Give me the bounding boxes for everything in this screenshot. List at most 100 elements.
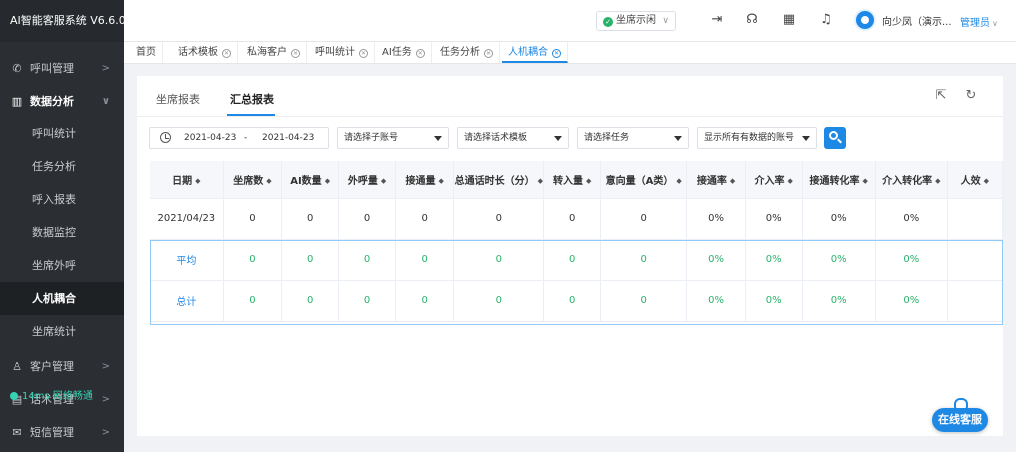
date-range-picker[interactable]: 2021-04-23 - 2021-04-23 [149,127,329,149]
close-icon[interactable]: ✕ [415,49,425,58]
sort-icon: ◆ [266,176,272,185]
table-cell: 0 [543,280,602,322]
table-cell: 0 [543,198,602,240]
tab-label: 呼叫统计 [315,47,355,58]
caret-down-icon [554,136,562,141]
table-cell: 0 [281,239,340,281]
seat-status-select[interactable]: ✓ 坐席示闲 ∨ [596,11,676,31]
online-service-button[interactable]: 在线客服 [932,398,988,432]
tab-script-template[interactable]: 话术模板 ✕ [172,42,238,63]
script-template-select[interactable]: 请选择话术模板 [457,127,569,149]
table-cell: 0 [453,280,545,322]
column-header[interactable]: AI数量 ◆ [281,161,340,199]
sidebar-group-data-analysis[interactable]: ▥ 数据分析 ∨ [0,85,124,118]
sort-icon: ◆ [195,176,201,185]
table-cell: 0 [281,280,340,322]
tab-ai-task[interactable]: AI任务 ✕ [376,42,432,63]
column-header[interactable]: 人效 ◆ [947,161,1003,199]
date-separator: - [244,133,248,143]
sidebar-group-label: 数据分析 [30,95,74,108]
table-cell: 2021/04/23 [150,198,224,240]
table-cell [947,239,1003,281]
network-status-text: 14ms 网络畅通 [22,391,93,402]
tab-task-analysis[interactable]: 任务分析 ✕ [434,42,500,63]
user-icon: ♙ [12,360,22,373]
sidebar-item-data-monitor[interactable]: 数据监控 [0,216,124,249]
user-name[interactable]: 向少凤（演示... [882,13,952,28]
column-header[interactable]: 意向量（A类） ◆ [600,161,688,199]
sidebar-item-inbound-report[interactable]: 呼入报表 [0,183,124,216]
table-row: 2021/04/23 0 0 0 0 0 0 0 0% 0% 0% 0% [150,198,1003,240]
column-header[interactable]: 坐席数 ◆ [223,161,283,199]
table-cell: 0% [802,239,876,281]
chevron-down-icon: ∨ [662,16,669,26]
bell-icon[interactable]: ♫ [818,12,834,28]
sidebar-item-human-ai-coupling[interactable]: 人机耦合 [0,282,124,315]
sub-account-select[interactable]: 请选择子账号 [337,127,449,149]
table-cell: 0% [686,198,746,240]
tab-private-customers[interactable]: 私海客户 ✕ [241,42,307,63]
subtab-summary-report[interactable]: 汇总报表 [230,91,274,107]
data-filter-select[interactable]: 显示所有有数据的账号 [697,127,817,149]
caret-down-icon [802,136,810,141]
close-icon[interactable]: ✕ [222,49,231,58]
avatar[interactable] [854,9,876,31]
search-button[interactable] [824,127,846,149]
table-cell: 0 [600,280,688,322]
column-header[interactable]: 总通话时长（分） ◆ [453,161,545,199]
table-header-row: 日期 ◆ 坐席数 ◆ AI数量 ◆ 外呼量 ◆ 接通量 ◆ 总通话时长（分） ◆ 转入量 ◆ … [150,161,1003,199]
tab-call-stats[interactable]: 呼叫统计 ✕ [309,42,375,63]
close-icon[interactable]: ✕ [552,49,561,58]
column-header[interactable]: 转入量 ◆ [543,161,602,199]
task-select[interactable]: 请选择任务 [577,127,689,149]
page-tabs: 首页 话术模板 ✕ 私海客户 ✕ 呼叫统计 ✕ AI任务 ✕ 任务分析 ✕ 人机耦合 ✕ [124,42,1016,64]
table-cell: 0 [338,239,396,281]
table-cell: 0% [875,239,948,281]
sidebar-item-task-analysis[interactable]: 任务分析 [0,150,124,183]
subtab-seat-report[interactable]: 坐席报表 [156,91,200,107]
logout-icon[interactable]: ⇥ [709,12,725,28]
sort-icon: ◆ [729,176,736,185]
table-cell: 0 [600,239,688,281]
column-header[interactable]: 介入转化率 ◆ [875,161,948,199]
sort-icon: ◆ [537,176,544,185]
date-start: 2021-04-23 [184,133,237,143]
sidebar-group-customer-management[interactable]: ♙ 客户管理 > [0,350,124,383]
table-cell: 0 [395,280,455,322]
qrcode-icon[interactable]: ▦ [781,12,797,28]
column-header[interactable]: 日期 ◆ [150,161,224,199]
sidebar-item-seat-outbound[interactable]: 坐席外呼 [0,249,124,282]
close-icon[interactable]: ✕ [484,49,493,58]
role-menu[interactable]: 管理员 ∨ [960,14,998,29]
column-header[interactable]: 接通率 ◆ [686,161,746,199]
chevron-down-icon: ∨ [101,96,110,107]
sort-icon: ◆ [676,176,682,185]
select-placeholder: 请选择话术模板 [464,133,528,143]
close-icon[interactable]: ✕ [291,49,300,58]
phone-icon: ✆ [12,62,22,75]
tab-home[interactable]: 首页 [130,42,163,63]
table-cell [947,280,1003,322]
sort-icon: ◆ [983,176,990,185]
column-header[interactable]: 介入率 ◆ [745,161,803,199]
export-icon[interactable]: ⇱ [933,88,949,104]
headset-icon[interactable]: ☊ [744,12,760,28]
summary-row-average: 平均 0 0 0 0 0 0 0 0% 0% 0% 0% [150,239,1003,281]
table-cell: 总计 [150,280,224,322]
table-cell: 0% [745,239,803,281]
sidebar-item-call-stats[interactable]: 呼叫统计 [0,117,124,150]
column-header[interactable]: 接通转化率 ◆ [802,161,876,199]
column-header[interactable]: 接通量 ◆ [395,161,455,199]
sidebar-group-label: 客户管理 [30,360,74,373]
seat-status-label: 坐席示闲 [616,15,656,26]
sidebar-item-seat-stats[interactable]: 坐席统计 [0,315,124,348]
close-icon[interactable]: ✕ [359,49,368,58]
sidebar-group-sms-management[interactable]: ✉ 短信管理 > [0,416,124,449]
tab-human-ai-coupling[interactable]: 人机耦合 ✕ [502,42,568,63]
refresh-icon[interactable]: ↻ [963,88,979,104]
table-cell: 0% [686,280,746,322]
sort-icon: ◆ [787,176,793,185]
column-header[interactable]: 外呼量 ◆ [338,161,396,199]
sidebar-group-call-management[interactable]: ✆ 呼叫管理 > [0,52,124,85]
table-cell: 0 [453,198,545,240]
